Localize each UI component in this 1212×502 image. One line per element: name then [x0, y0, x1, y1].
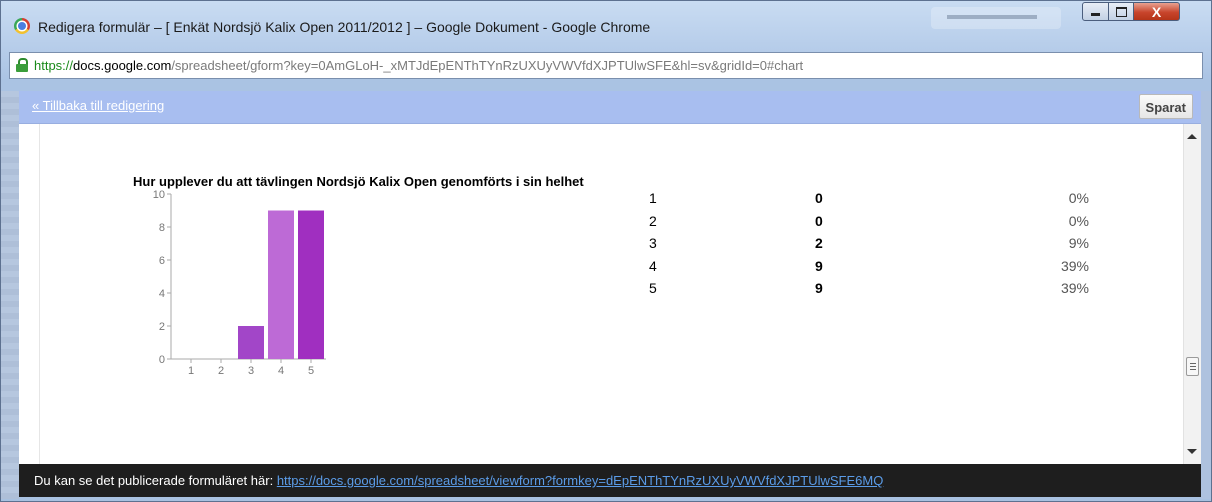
stats-percent: 39% [1060, 280, 1089, 296]
background-window-blur [931, 7, 1061, 29]
bar-4 [268, 210, 294, 359]
stats-row: 3 2 9% [629, 235, 1089, 258]
close-button[interactable]: X [1133, 2, 1180, 21]
stats-percent: 9% [1068, 235, 1089, 251]
stats-percent: 39% [1060, 257, 1089, 274]
background-page-edge [1, 91, 19, 499]
url-text: https://docs.google.com/spreadsheet/gfor… [34, 58, 804, 73]
stats-row: 2 0 0% [629, 213, 1089, 236]
question-title: Hur upplever du att tävlingen Nordsjö Ka… [133, 174, 584, 189]
y-tick-label: 0 [159, 354, 165, 366]
x-tick-label: 2 [218, 365, 224, 377]
lock-icon [16, 58, 28, 72]
stats-row: 5 9 39% [629, 280, 1089, 303]
publish-footer: Du kan se det publicerade formuläret här… [19, 464, 1201, 497]
y-tick-label: 10 [153, 189, 165, 201]
address-bar[interactable]: https://docs.google.com/spreadsheet/gfor… [9, 52, 1203, 79]
y-tick-label: 6 [159, 255, 165, 267]
dialog-toolbar: « Tillbaka till redigering Sparat [19, 91, 1201, 124]
maximize-button[interactable] [1108, 2, 1134, 21]
stats-label: 3 [649, 235, 657, 251]
minimize-button[interactable] [1082, 2, 1109, 21]
back-to-editing-link[interactable]: « Tillbaka till redigering [32, 98, 164, 113]
content-divider [39, 124, 40, 464]
maximize-icon [1115, 6, 1127, 17]
scroll-down-arrow-icon[interactable] [1187, 449, 1197, 454]
x-tick-label: 5 [308, 365, 314, 377]
stats-percent: 0% [1068, 212, 1089, 229]
vertical-scrollbar[interactable] [1183, 124, 1201, 464]
summary-content: Hur upplever du att tävlingen Nordsjö Ka… [19, 124, 1183, 464]
chrome-logo-icon [14, 18, 30, 34]
x-tick-label: 1 [188, 365, 194, 377]
stats-row: 1 0 0% [629, 190, 1089, 213]
close-icon: X [1151, 3, 1162, 20]
stats-label: 5 [649, 280, 657, 296]
x-tick-label: 4 [278, 365, 284, 377]
title-bar: Redigera formulär – [ Enkät Nordsjö Kali… [1, 1, 1211, 47]
window-title: Redigera formulär – [ Enkät Nordsjö Kali… [38, 19, 651, 35]
stats-percent: 0% [1068, 190, 1089, 206]
background-page-edge-right [1201, 91, 1211, 499]
y-tick-label: 2 [159, 321, 165, 333]
stats-count: 0 [815, 212, 823, 229]
bar-5 [298, 210, 324, 359]
bar-chart: 02468101 2 3 4 5 [153, 189, 326, 377]
stats-label: 4 [649, 257, 657, 274]
browser-window: Redigera formulär – [ Enkät Nordsjö Kali… [0, 0, 1212, 502]
y-tick-label: 8 [159, 222, 165, 234]
stats-count: 9 [815, 280, 823, 296]
published-form-link[interactable]: https://docs.google.com/spreadsheet/view… [277, 473, 884, 488]
scroll-thumb[interactable] [1186, 357, 1199, 376]
stats-count: 9 [815, 257, 823, 274]
stats-row: 4 9 39% [629, 258, 1089, 281]
x-tick-label: 3 [248, 365, 254, 377]
saved-button[interactable]: Sparat [1138, 94, 1193, 119]
stats-label: 2 [649, 212, 657, 229]
footer-text: Du kan se det publicerade formuläret här… [34, 473, 277, 488]
stats-table: 1 0 0% 2 0 0% 3 2 9% 4 9 39% 5 9 39% [629, 190, 1089, 303]
stats-label: 1 [649, 190, 657, 206]
stats-count: 2 [815, 235, 823, 251]
scroll-up-arrow-icon[interactable] [1187, 134, 1197, 139]
bar-3 [238, 326, 264, 359]
y-tick-label: 4 [159, 288, 165, 300]
minimize-icon [1091, 13, 1100, 16]
stats-count: 0 [815, 190, 823, 206]
